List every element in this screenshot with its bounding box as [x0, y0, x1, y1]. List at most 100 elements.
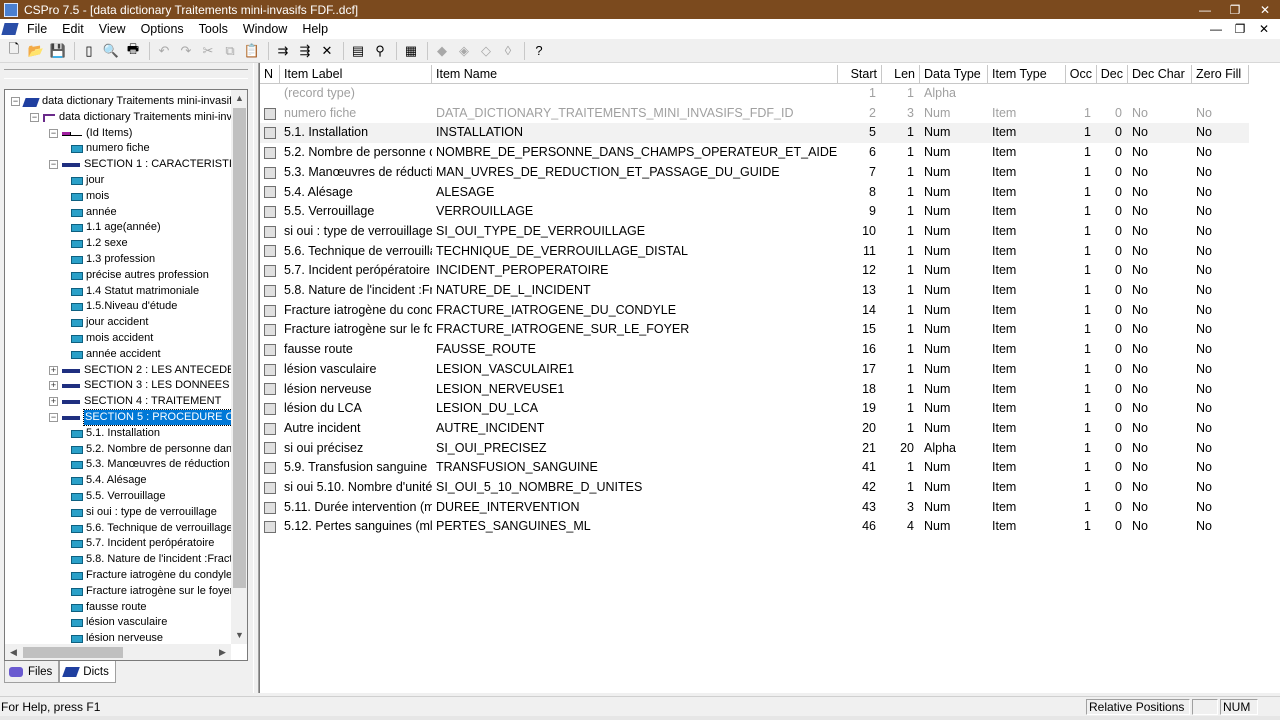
tree-horizontal-scrollbar[interactable]: ◀ ▶ [5, 644, 231, 660]
mdi-minimize-button[interactable]: — [1204, 22, 1228, 36]
cell-item-type[interactable]: Item [988, 123, 1066, 143]
cell-start[interactable]: 13 [838, 281, 882, 301]
row-selector[interactable] [260, 301, 280, 321]
row-selector[interactable] [260, 439, 280, 459]
cell-start[interactable]: 10 [838, 222, 882, 242]
tree-node[interactable]: 5.1. Installation [5, 426, 231, 441]
table-row[interactable]: si oui 5.10. Nombre d'unités SI_OUI_5_10_… [260, 478, 1249, 498]
cell-item-name[interactable]: LESION_NERVEUSE1 [432, 380, 838, 400]
col-dec-char-header[interactable]: Dec Char [1128, 65, 1192, 84]
tree-node[interactable]: 5.2. Nombre de personne dans champs [5, 442, 231, 457]
menu-view[interactable]: View [93, 22, 135, 36]
cell-item-type[interactable]: Item [988, 498, 1066, 518]
table-row[interactable]: 5.8. Nature de l'incident :FractureNATUR… [260, 281, 1249, 301]
cell-item-type[interactable]: Item [988, 301, 1066, 321]
cell-data-type[interactable]: Num [920, 517, 988, 537]
table-row[interactable]: lésion vasculaire LESION_VASCULAIRE1 17 1 Nu… [260, 360, 1249, 380]
table-row[interactable]: 5.11. Durée intervention (mn) DUREE_INTER… [260, 498, 1249, 518]
row-checkbox-icon[interactable] [264, 383, 276, 396]
redo-icon[interactable]: ↷ [176, 41, 196, 61]
cell-dec[interactable]: 0 [1097, 380, 1128, 400]
undo-icon[interactable]: ↶ [154, 41, 174, 61]
cell-occ[interactable]: 1 [1066, 261, 1097, 281]
cell-item-label[interactable]: 5.4. Alésage [280, 183, 432, 203]
cell-item-label[interactable]: 5.12. Pertes sanguines (ml) [280, 517, 432, 537]
cell-dec-char[interactable]: No [1128, 399, 1192, 419]
row-selector[interactable] [260, 261, 280, 281]
tree-node[interactable]: numero fiche [5, 141, 231, 156]
table-row[interactable]: 5.5. Verrouillage VERROUILLAGE 9 1 Num Item 1 0… [260, 202, 1249, 222]
tree-node[interactable]: si oui : type de verrouillage [5, 505, 231, 520]
cell-len[interactable]: 1 [882, 222, 920, 242]
cell-item-name[interactable]: FRACTURE_IATROGENE_SUR_LE_FOYER [432, 320, 838, 340]
cell-start[interactable]: 1 [838, 84, 882, 104]
cell-dec-char[interactable]: No [1128, 419, 1192, 439]
cell-dec[interactable]: 0 [1097, 439, 1128, 459]
tree-node[interactable]: Fracture iatrogène du condyle [5, 568, 231, 583]
cell-item-name[interactable] [432, 84, 838, 104]
row-selector[interactable] [260, 517, 280, 537]
cell-occ[interactable]: 1 [1066, 202, 1097, 222]
cell-start[interactable]: 6 [838, 143, 882, 163]
cell-dec[interactable]: 0 [1097, 222, 1128, 242]
cell-item-name[interactable]: FAUSSE_ROUTE [432, 340, 838, 360]
row-selector[interactable] [260, 163, 280, 183]
expand-icon[interactable]: + [49, 381, 58, 391]
cell-dec[interactable]: 0 [1097, 104, 1128, 124]
row-selector[interactable] [260, 478, 280, 498]
cell-item-type[interactable]: Item [988, 517, 1066, 537]
cell-len[interactable]: 1 [882, 202, 920, 222]
cell-data-type[interactable]: Num [920, 498, 988, 518]
cell-item-name[interactable]: FRACTURE_IATROGENE_DU_CONDYLE [432, 301, 838, 321]
cell-item-type[interactable]: Item [988, 399, 1066, 419]
item-stack-icon[interactable]: ◇ [476, 41, 496, 61]
cell-item-type[interactable]: Item [988, 340, 1066, 360]
menu-options[interactable]: Options [135, 22, 193, 36]
cell-len[interactable]: 1 [882, 399, 920, 419]
cell-zero-fill[interactable]: No [1192, 340, 1249, 360]
cell-item-label[interactable]: fausse route [280, 340, 432, 360]
cell-item-label[interactable]: (record type) [280, 84, 432, 104]
table-row[interactable]: 5.1. Installation INSTALLATION 5 1 Num Item 1 0… [260, 123, 1249, 144]
cell-data-type[interactable]: Alpha [920, 439, 988, 459]
row-checkbox-icon[interactable] [264, 481, 276, 494]
cell-occ[interactable]: 1 [1066, 281, 1097, 301]
table-row[interactable]: lésion nerveuse LESION_NERVEUSE1 18 1 Num Ite… [260, 380, 1249, 400]
col-len-header[interactable]: Len [882, 65, 920, 84]
cell-dec-char[interactable]: No [1128, 202, 1192, 222]
col-n-header[interactable]: N [260, 65, 280, 84]
cell-item-name[interactable]: INSTALLATION [432, 123, 838, 143]
cell-data-type[interactable]: Num [920, 478, 988, 498]
table-row[interactable]: si oui précisez SI_OUI_PRECISEZ 21 20 Alpha I… [260, 439, 1249, 459]
tree-node[interactable]: fausse route [5, 600, 231, 615]
table-row[interactable]: 5.12. Pertes sanguines (ml) PERTES_SANGUI… [260, 517, 1249, 537]
row-checkbox-icon[interactable] [264, 186, 276, 199]
cell-item-type[interactable]: Item [988, 242, 1066, 262]
cell-data-type[interactable]: Num [920, 419, 988, 439]
cell-zero-fill[interactable]: No [1192, 301, 1249, 321]
tab-dicts[interactable]: Dicts [59, 661, 116, 683]
cell-dec[interactable]: 0 [1097, 202, 1128, 222]
col-data-type-header[interactable]: Data Type [920, 65, 988, 84]
row-checkbox-icon[interactable] [264, 146, 276, 159]
cell-occ[interactable]: 1 [1066, 360, 1097, 380]
cell-item-name[interactable]: INCIDENT_PEROPERATOIRE [432, 261, 838, 281]
tree-node[interactable]: − (Id Items) [5, 126, 231, 141]
cell-start[interactable]: 46 [838, 517, 882, 537]
col-zero-fill-header[interactable]: Zero Fill [1192, 65, 1249, 84]
menu-file[interactable]: File [21, 22, 56, 36]
cell-len[interactable]: 20 [882, 439, 920, 459]
tree-node[interactable]: − SECTION 1 : CARACTERISTIQUES [5, 157, 231, 172]
cell-zero-fill[interactable]: No [1192, 261, 1249, 281]
tree-vertical-scrollbar[interactable]: ▲ ▼ [231, 90, 247, 644]
row-checkbox-icon[interactable] [264, 225, 276, 238]
cell-zero-fill[interactable]: No [1192, 380, 1249, 400]
add-item-icon[interactable]: ⇉ [273, 41, 293, 61]
cell-item-type[interactable]: Item [988, 419, 1066, 439]
row-checkbox-icon[interactable] [264, 324, 276, 337]
cell-occ[interactable]: 1 [1066, 222, 1097, 242]
cell-dec[interactable]: 0 [1097, 498, 1128, 518]
cell-item-label[interactable]: lésion nerveuse [280, 380, 432, 400]
table-row[interactable]: 5.6. Technique de verrouillage distalTEC… [260, 242, 1249, 262]
row-selector[interactable] [260, 242, 280, 262]
